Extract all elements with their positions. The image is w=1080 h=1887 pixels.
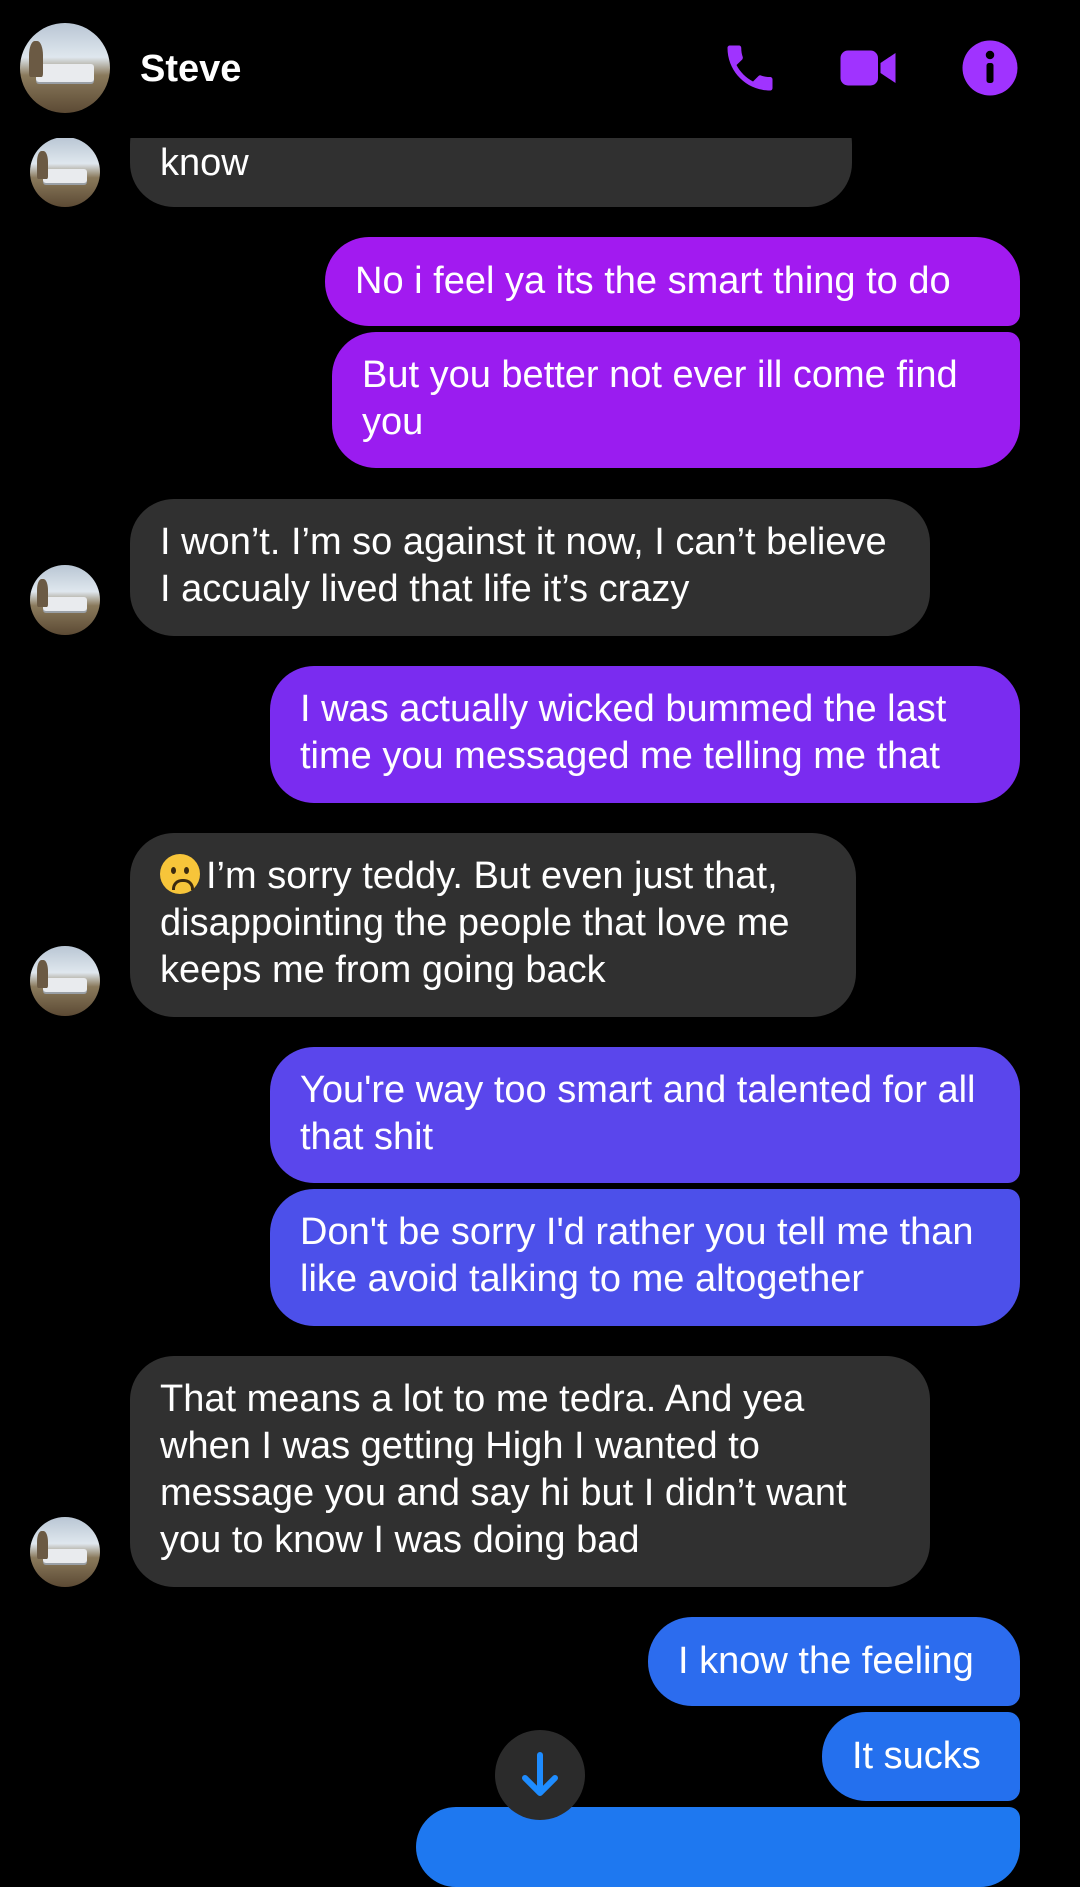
outgoing-message-bubble[interactable]: I know the feeling [648,1617,1020,1706]
video-camera-icon[interactable] [838,38,898,98]
scroll-to-bottom-button[interactable] [495,1730,585,1820]
outgoing-message-bubble[interactable]: Don't be sorry I'd rather you tell me th… [270,1189,1020,1326]
message-text: Don't be sorry I'd rather you tell me th… [300,1211,974,1300]
message-text: That means a lot to me tedra. And yea wh… [160,1378,847,1561]
contact-avatar[interactable] [20,23,110,113]
incoming-message-bubble[interactable]: I won’t. I’m so against it now, I can’t … [130,499,930,636]
frowning-face-emoji [160,854,200,894]
message-text: It sucks [852,1735,981,1777]
arrow-down-icon [522,1752,558,1796]
contact-avatar[interactable] [30,137,100,207]
contact-name[interactable]: Steve [140,48,241,91]
info-icon[interactable] [960,38,1020,98]
outgoing-message-bubble[interactable]: But you better not ever ill come find yo… [332,332,1020,468]
message-text: But you better not ever ill come find yo… [362,354,958,443]
outgoing-message-bubble[interactable]: You're way too smart and talented for al… [270,1047,1020,1183]
outgoing-message-bubble[interactable]: No i feel ya its the smart thing to do [325,237,1020,326]
contact-avatar[interactable] [30,565,100,635]
contact-avatar[interactable] [30,946,100,1016]
outgoing-message-bubble[interactable]: It sucks [822,1712,1020,1801]
message-text: No i feel ya its the smart thing to do [355,260,951,302]
message-text: I’m sorry teddy. But even just that, dis… [160,855,790,991]
message-text: know [160,142,249,184]
contact-avatar[interactable] [30,1517,100,1587]
conversation-header: Steve [0,0,1080,138]
message-text: I know the feeling [678,1640,974,1682]
outgoing-message-bubble[interactable]: I was actually wicked bummed the last ti… [270,666,1020,803]
incoming-message-bubble[interactable]: That means a lot to me tedra. And yea wh… [130,1356,930,1587]
message-list[interactable]: know No i feel ya its the smart thing to… [0,0,1080,1887]
incoming-message-bubble[interactable]: I’m sorry teddy. But even just that, dis… [130,833,856,1017]
message-text: I was actually wicked bummed the last ti… [300,688,947,777]
phone-icon[interactable] [720,38,780,98]
message-text: I won’t. I’m so against it now, I can’t … [160,521,887,610]
message-text: You're way too smart and talented for al… [300,1069,976,1158]
